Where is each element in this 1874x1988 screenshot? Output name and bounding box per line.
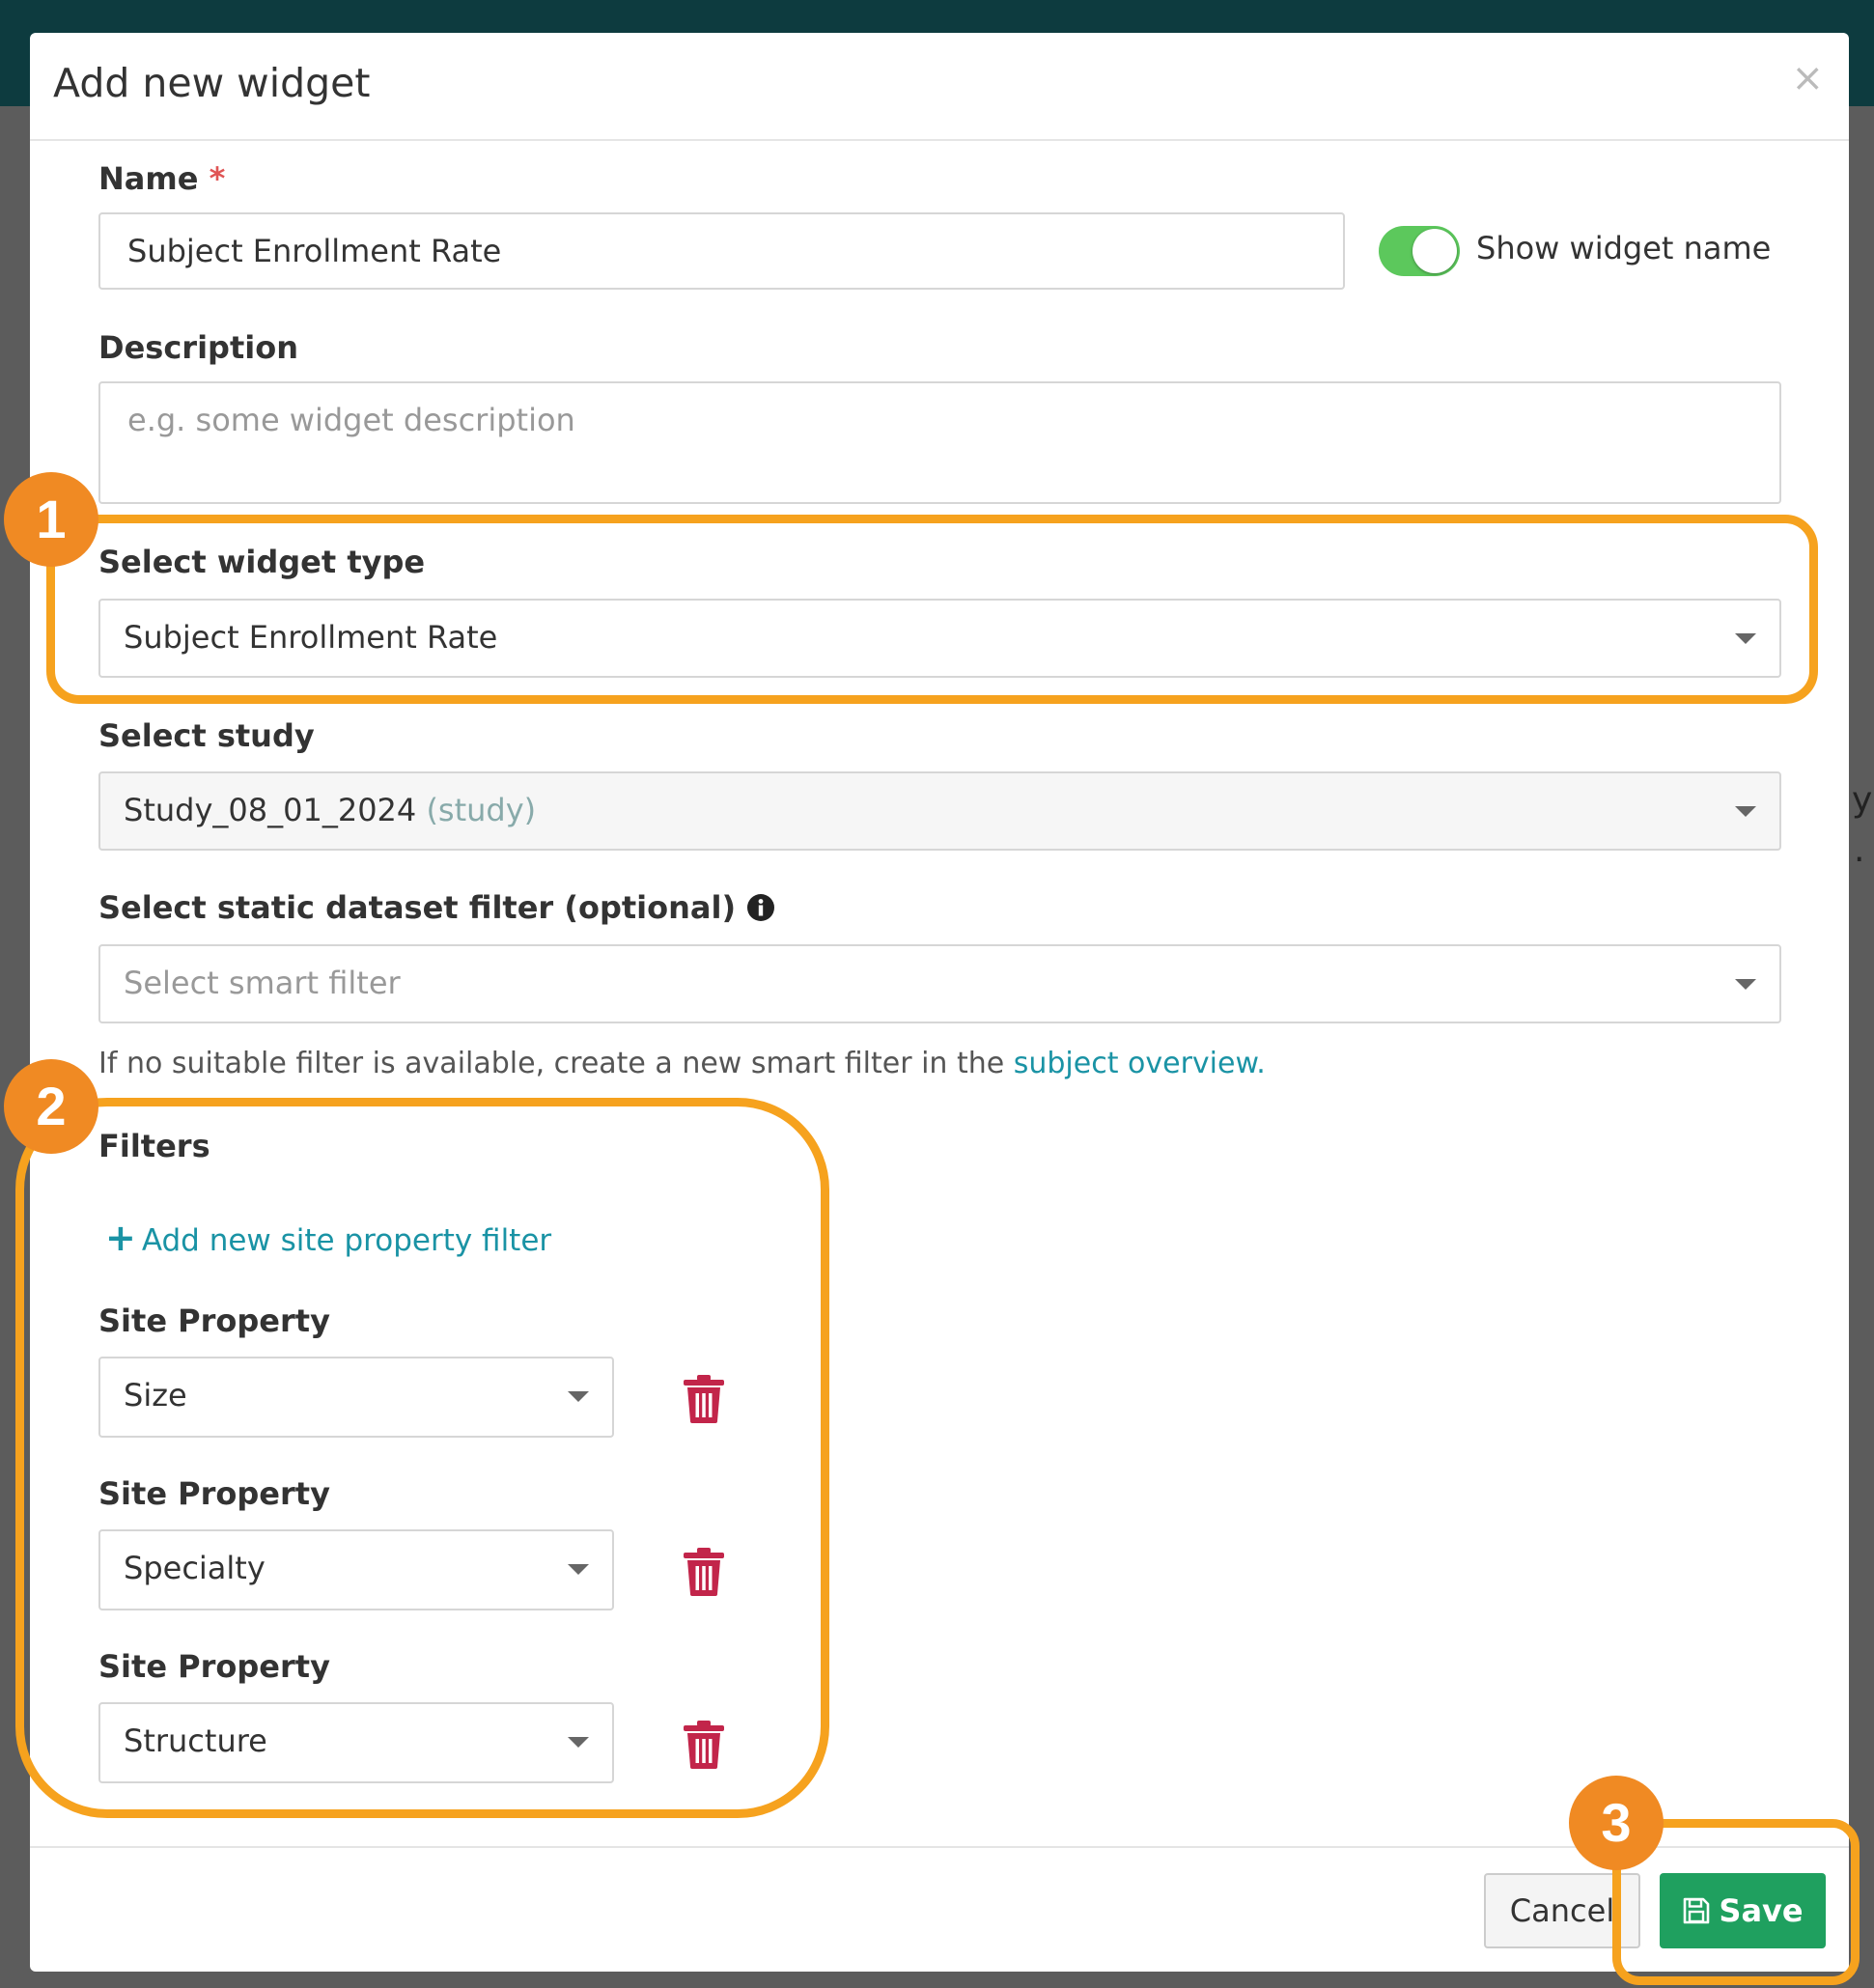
smart-filter-placeholder: Select smart filter [124,965,401,1001]
name-input-value: Subject Enrollment Rate [127,233,502,269]
close-icon[interactable]: × [1791,56,1824,100]
subject-overview-link[interactable]: subject overview. [1014,1047,1266,1080]
chevron-down-icon [1735,979,1756,990]
study-value: Study_08_01_2024 [124,792,417,828]
callout-badge-3: 3 [1569,1776,1664,1870]
show-widget-name-toggle[interactable] [1379,226,1460,276]
modal-title: Add new widget [53,60,371,106]
description-placeholder: e.g. some widget description [127,402,575,438]
name-label: Name * [98,160,225,197]
static-filter-label: Select static dataset filter (optional) [98,889,775,926]
show-widget-name-label: Show widget name [1476,230,1772,266]
info-icon[interactable] [746,893,775,922]
filter-hint-text: If no suitable filter is available, crea… [98,1047,1005,1080]
description-label: Description [98,329,298,366]
smart-filter-select[interactable]: Select smart filter [98,944,1781,1023]
chevron-down-icon [1735,806,1756,817]
callout-badge-2: 2 [4,1059,98,1154]
modal-header: Add new widget × [30,33,1849,141]
static-filter-label-text: Select static dataset filter (optional) [98,889,737,926]
highlight-widget-type [46,515,1818,704]
highlight-filters [15,1098,829,1818]
background-text: y [1852,780,1873,820]
study-label: Select study [98,717,315,754]
callout-badge-1: 1 [4,472,98,567]
required-asterisk: * [209,160,226,197]
filter-hint: If no suitable filter is available, crea… [98,1047,1266,1080]
name-input[interactable]: Subject Enrollment Rate [98,212,1345,290]
description-textarea[interactable]: e.g. some widget description [98,381,1781,504]
toggle-knob [1412,229,1457,273]
background-dot: . [1854,830,1865,870]
study-suffix: (study) [426,792,537,828]
name-label-text: Name [98,160,199,197]
study-select[interactable]: Study_08_01_2024 (study) [98,771,1781,851]
